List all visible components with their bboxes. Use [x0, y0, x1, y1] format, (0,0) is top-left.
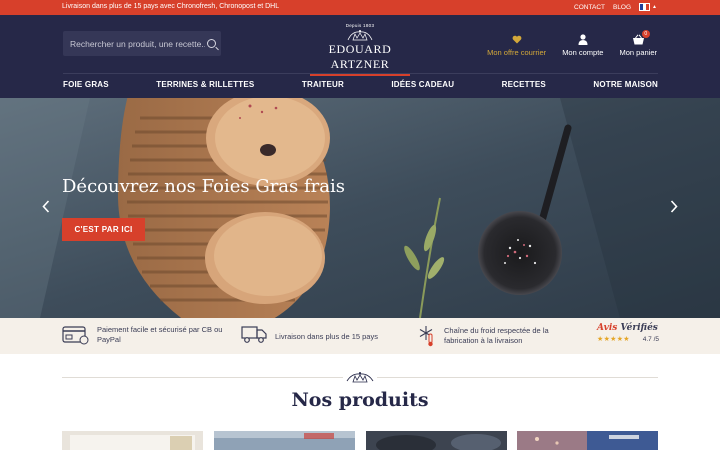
product-card[interactable] [62, 431, 203, 450]
product-card[interactable] [517, 431, 658, 450]
product-card[interactable] [366, 431, 507, 450]
basket-icon: 0 [632, 30, 650, 45]
cart-count-badge: 0 [641, 30, 650, 38]
top-links: CONTACT BLOG ▲ [574, 3, 657, 11]
account-button[interactable]: Mon compte [562, 33, 603, 57]
search-input[interactable] [70, 38, 205, 49]
ornament-icon [343, 370, 377, 384]
reassurance-cold-chain-text: Chaîne du froid respectée de la fabricat… [444, 326, 549, 345]
chevron-right-icon [670, 199, 678, 213]
nav-notre-maison[interactable]: NOTRE MAISON [593, 80, 658, 89]
reassurance-payment-text: Paiement facile et sécurisé par CB ou Pa… [97, 325, 223, 344]
product-image [366, 431, 507, 450]
search-icon[interactable] [207, 39, 216, 48]
newsletter-offer-label: Mon offre courrier [487, 48, 547, 57]
reassurance-payment: Paiement facile et sécurisé par CB ou Pa… [62, 325, 225, 345]
header-divider [63, 73, 658, 74]
credit-card-icon [62, 326, 89, 345]
account-label: Mon compte [562, 48, 604, 57]
chevron-left-icon [42, 199, 50, 213]
reassurance-cold-chain: Chaîne du froid respectée de la fabricat… [418, 325, 569, 347]
nav-traiteur[interactable]: TRAITEUR [302, 80, 344, 89]
nav-terrines-rillettes[interactable]: TERRINES & RILLETTES [156, 80, 254, 89]
nav-foie-gras[interactable]: FOIE GRAS [63, 80, 109, 89]
top-promo-bar: Livraison dans plus de 15 pays avec Chro… [0, 0, 720, 15]
heart-icon [512, 33, 522, 45]
nav-recettes[interactable]: RECETTES [502, 80, 546, 89]
cart-button[interactable]: 0 Mon panier [619, 30, 657, 57]
header-actions: Mon offre courrier Mon compte 0 Mon pani… [487, 30, 657, 57]
logo-underline [310, 74, 410, 76]
user-icon [578, 33, 588, 45]
carousel-prev-arrow[interactable] [40, 198, 52, 214]
logo-since-text: Depuis 1803 [345, 23, 375, 28]
hero-cta-button[interactable]: C'EST PAR ICI [62, 218, 145, 241]
avis-verifies-widget[interactable]: Avis Vérifiés ★★★★★ 4.7 /5 [597, 323, 659, 343]
products-section-title: Nos produits [291, 389, 429, 411]
search-box [63, 31, 221, 56]
site-header: Depuis 1803 EDOUARD ARTZNER Mon offre co… [0, 15, 720, 98]
crest-icon [347, 30, 373, 41]
delivery-truck-icon [241, 326, 267, 343]
snowflake-thermometer-icon [419, 326, 433, 347]
avis-verifies-logo: Avis Vérifiés [597, 323, 659, 333]
logo-name: EDOUARD ARTZNER [328, 42, 392, 71]
rating-stars-icon: ★★★★★ [597, 336, 630, 343]
newsletter-offer-button[interactable]: Mon offre courrier [487, 33, 546, 57]
carousel-next-arrow[interactable] [668, 198, 680, 214]
language-selector[interactable]: ▲ [639, 3, 657, 11]
reassurance-delivery-text: Livraison dans plus de 15 pays [275, 332, 378, 342]
reassurance-delivery: Livraison dans plus de 15 pays [241, 326, 378, 344]
hero-banner: Découvrez nos Foies Gras frais C'EST PAR… [0, 98, 720, 318]
chevron-down-icon: ▲ [652, 4, 657, 10]
product-image [517, 431, 658, 450]
french-flag-icon [639, 3, 651, 11]
shipping-promo-text: Livraison dans plus de 15 pays avec Chro… [62, 3, 280, 10]
hero-foie-gras-image [0, 98, 720, 318]
rating-score: 4.7 /5 [642, 335, 659, 343]
avis-brand-word-2: Vérifiés [620, 323, 658, 333]
product-image [62, 431, 203, 450]
hero-title: Découvrez nos Foies Gras frais [62, 176, 345, 197]
product-image [214, 431, 355, 450]
contact-link[interactable]: CONTACT [574, 4, 605, 11]
product-card[interactable] [214, 431, 355, 450]
nav-idees-cadeau[interactable]: IDÉES CADEAU [391, 80, 454, 89]
reassurance-bar: Paiement facile et sécurisé par CB ou Pa… [0, 318, 720, 354]
cart-label: Mon panier [619, 48, 657, 57]
main-nav: FOIE GRAS TERRINES & RILLETTES TRAITEUR … [63, 80, 658, 89]
blog-link[interactable]: BLOG [613, 4, 631, 11]
brand-logo[interactable]: Depuis 1803 EDOUARD ARTZNER [307, 23, 413, 76]
avis-brand-word-1: Avis [597, 323, 618, 333]
